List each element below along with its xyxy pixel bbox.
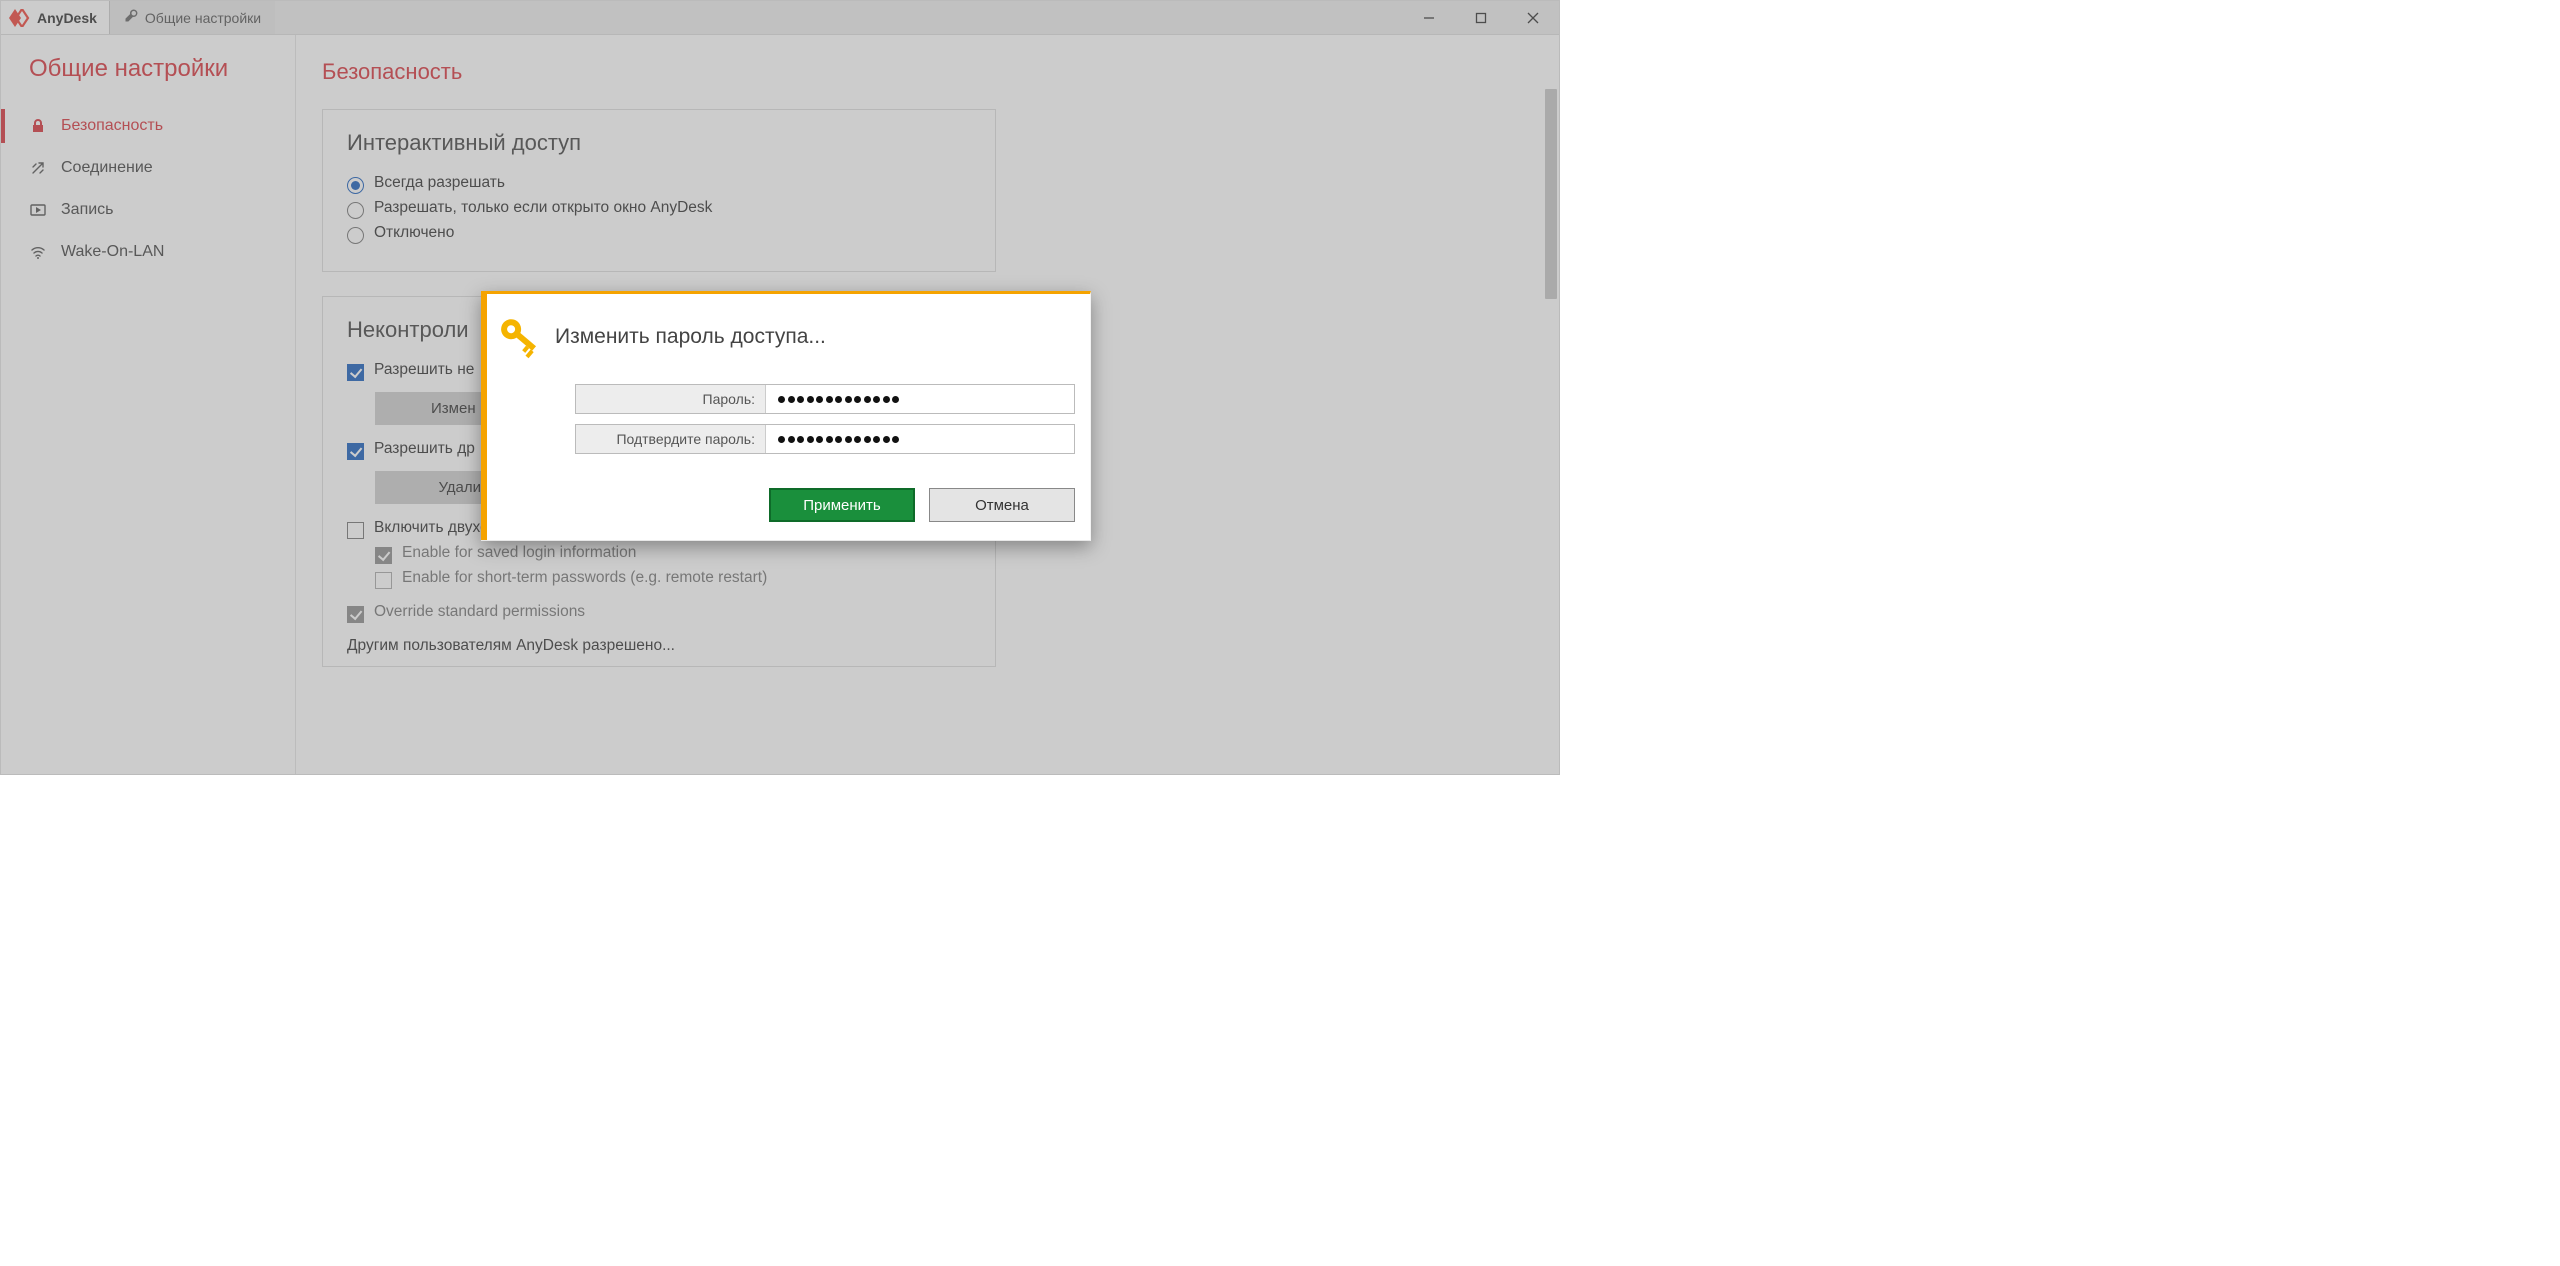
radio-label: Разрешать, только если открыто окно AnyD…: [374, 199, 712, 217]
password-field[interactable]: Пароль:: [575, 384, 1075, 414]
password-input[interactable]: [778, 396, 899, 403]
maximize-button[interactable]: [1455, 1, 1507, 34]
sidebar-item-label: Wake-On-LAN: [61, 243, 164, 261]
anydesk-logo-icon: [9, 9, 31, 27]
checkbox-label: Разрешить др: [374, 440, 475, 458]
apply-button[interactable]: Применить: [769, 488, 915, 522]
radio-label: Всегда разрешать: [374, 174, 505, 192]
minimize-button[interactable]: [1403, 1, 1455, 34]
connection-icon: [29, 159, 47, 177]
radio-icon: [347, 202, 364, 219]
change-password-button[interactable]: Измен: [375, 392, 495, 425]
confirm-password-input[interactable]: [778, 436, 899, 443]
checkbox-label: Enable for saved login information: [402, 544, 636, 562]
scrollbar-thumb[interactable]: [1545, 89, 1557, 299]
record-icon: [29, 201, 47, 219]
others-allowed-text: Другим пользователям AnyDesk разрешено..…: [347, 637, 971, 655]
confirm-password-field[interactable]: Подтвердите пароль:: [575, 424, 1075, 454]
card-title: Интерактивный доступ: [347, 130, 971, 156]
sidebar-item-label: Соединение: [61, 159, 153, 177]
radio-option-window-open[interactable]: Разрешать, только если открыто окно AnyD…: [347, 199, 971, 219]
wrench-icon: [124, 8, 139, 27]
window-controls: [1403, 1, 1559, 34]
close-button[interactable]: [1507, 1, 1559, 34]
tab-settings[interactable]: Общие настройки: [110, 1, 275, 34]
checkbox-saved-login[interactable]: Enable for saved login information: [375, 544, 971, 564]
radio-icon: [347, 227, 364, 244]
password-label: Пароль:: [576, 385, 766, 413]
sidebar-item-security[interactable]: Безопасность: [1, 105, 295, 147]
sidebar-item-wake-on-lan[interactable]: Wake-On-LAN: [1, 231, 295, 273]
sidebar-title: Общие настройки: [29, 55, 295, 83]
checkbox-icon: [347, 522, 364, 539]
text-label: Другим пользователям AnyDesk разрешено..…: [347, 637, 675, 655]
radio-option-always[interactable]: Всегда разрешать: [347, 174, 971, 194]
checkbox-label: Enable for short-term passwords (e.g. re…: [402, 569, 767, 587]
wifi-icon: [29, 243, 47, 261]
cancel-button[interactable]: Отмена: [929, 488, 1075, 522]
radio-icon: [347, 177, 364, 194]
sidebar-item-label: Запись: [61, 201, 114, 219]
lock-icon: [29, 117, 47, 135]
sidebar: Общие настройки Безопасность Соединение …: [1, 35, 296, 774]
interactive-access-card: Интерактивный доступ Всегда разрешать Ра…: [322, 109, 996, 272]
radio-option-disabled[interactable]: Отключено: [347, 224, 971, 244]
app-window: AnyDesk Общие настройки Общие настройки: [0, 0, 1560, 775]
titlebar: AnyDesk Общие настройки: [1, 1, 1559, 35]
tab-main[interactable]: AnyDesk: [1, 1, 110, 34]
sidebar-item-connection[interactable]: Соединение: [1, 147, 295, 189]
dialog-title: Изменить пароль доступа...: [555, 325, 826, 349]
sidebar-item-recording[interactable]: Запись: [1, 189, 295, 231]
checkbox-icon: [347, 443, 364, 460]
checkbox-icon: [375, 572, 392, 589]
key-icon: [491, 308, 545, 366]
sidebar-item-label: Безопасность: [61, 117, 163, 135]
radio-label: Отключено: [374, 224, 454, 242]
checkbox-label: Разрешить не: [374, 361, 474, 379]
checkbox-short-term[interactable]: Enable for short-term passwords (e.g. re…: [375, 569, 971, 589]
change-password-dialog: Изменить пароль доступа... Пароль: Подтв…: [481, 291, 1091, 541]
tab-settings-label: Общие настройки: [145, 10, 261, 26]
checkbox-icon: [375, 547, 392, 564]
checkbox-icon: [347, 606, 364, 623]
checkbox-icon: [347, 364, 364, 381]
page-heading: Безопасность: [322, 59, 1533, 85]
confirm-password-label: Подтвердите пароль:: [576, 425, 766, 453]
app-name: AnyDesk: [37, 10, 97, 26]
checkbox-override-permissions[interactable]: Override standard permissions: [347, 603, 971, 623]
checkbox-label: Override standard permissions: [374, 603, 585, 621]
